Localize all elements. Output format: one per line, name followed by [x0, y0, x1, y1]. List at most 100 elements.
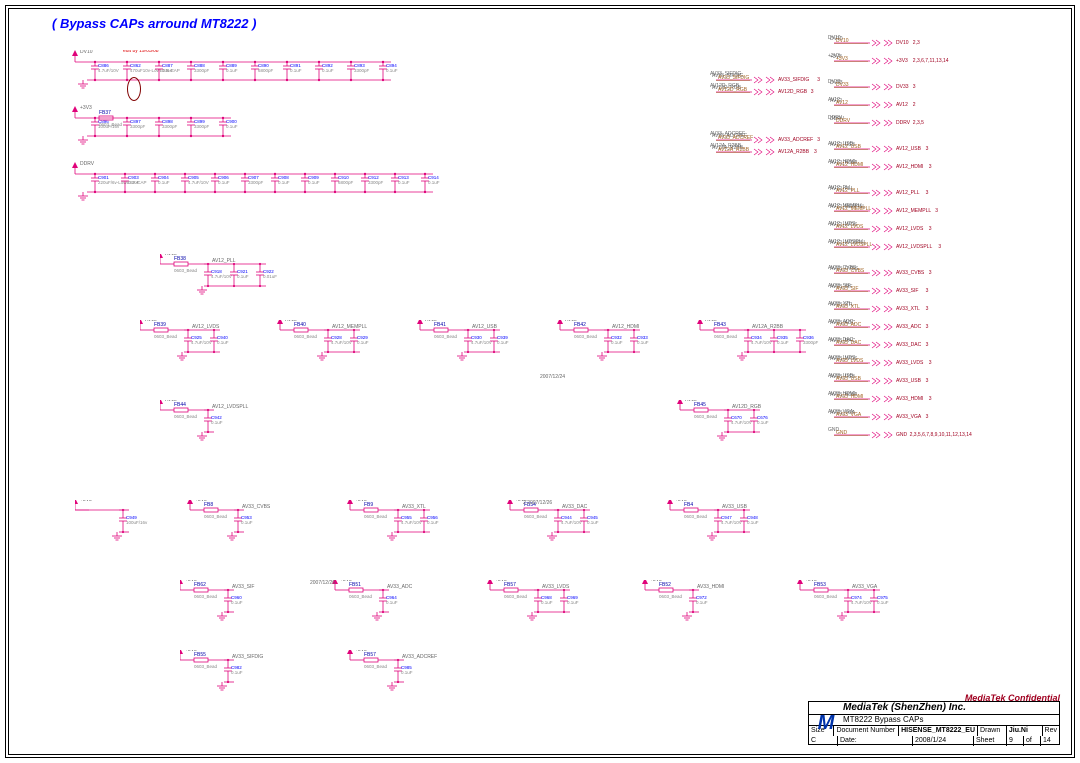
svg-text:4.7uF/10V: 4.7uF/10V	[731, 420, 752, 425]
svg-text:AV33_VGA: AV33_VGA	[836, 412, 862, 418]
svg-text:AV33_SIFDIG: AV33_SIFDIG	[232, 654, 263, 660]
revision-circle	[127, 77, 141, 101]
svg-text:AV12_LVDS: AV12_LVDS	[836, 224, 864, 230]
svg-text:0.1uF: 0.1uF	[241, 520, 253, 525]
svg-text:4.7uF/10V: 4.7uF/10V	[471, 340, 492, 345]
svg-text:2,3,5: 2,3,5	[913, 120, 924, 126]
svg-text:0.1uF: 0.1uF	[211, 420, 223, 425]
svg-text:4.7uF/10V: 4.7uF/10V	[188, 180, 209, 185]
svg-text:4.7uF/10V: 4.7uF/10V	[721, 520, 742, 525]
svg-text:FB45: FB45	[694, 402, 706, 408]
svg-text:0.1uF: 0.1uF	[637, 340, 649, 345]
svg-text:FB55: FB55	[194, 652, 206, 658]
svg-text:edit by 19/05/08: edit by 19/05/08	[123, 50, 159, 54]
svg-text:DDRV: DDRV	[80, 161, 95, 167]
svg-text:AV33_USB: AV33_USB	[896, 378, 922, 384]
svg-text:0.1uF: 0.1uF	[877, 600, 889, 605]
svg-text:3: 3	[926, 288, 929, 294]
svg-text:0.1uF: 0.1uF	[427, 520, 439, 525]
svg-text:AV12_USB: AV12_USB	[896, 146, 922, 152]
svg-text:0.1uF: 0.1uF	[587, 520, 599, 525]
svg-text:FB37: FB37	[99, 110, 111, 116]
svg-text:AV33_XTL: AV33_XTL	[836, 304, 860, 310]
svg-text:0.01uF: 0.01uF	[263, 274, 277, 279]
svg-text:0.1uF: 0.1uF	[567, 600, 579, 605]
svg-text:FB4: FB4	[684, 502, 693, 508]
schematic-page: ( Bypass CAPs arround MT8222 ) edit by 1…	[10, 10, 1070, 753]
svg-text:DV10: DV10	[80, 50, 93, 55]
svg-text:AV33_DAC: AV33_DAC	[896, 342, 922, 348]
svg-text:GND: GND	[836, 430, 848, 436]
svg-text:3: 3	[929, 396, 932, 402]
project-name: MT8222 Bypass CAPs	[809, 715, 1059, 726]
svg-text:AV33_SIF: AV33_SIF	[836, 286, 858, 292]
svg-text:AV33_HDMI: AV33_HDMI	[896, 396, 923, 402]
svg-text:AV33_ADCREF: AV33_ADCREF	[402, 654, 437, 660]
svg-text:0.1uF: 0.1uF	[757, 420, 769, 425]
svg-text:FB39: FB39	[154, 322, 166, 328]
svg-text:AV12_LVDS: AV12_LVDS	[192, 324, 220, 330]
svg-text:AV33_ADC: AV33_ADC	[896, 324, 922, 330]
svg-text:0.1uF: 0.1uF	[747, 520, 759, 525]
svg-text:0.1uF: 0.1uF	[278, 180, 290, 185]
svg-text:0603_Bead: 0603_Bead	[434, 334, 458, 339]
drawn-value: Jiu.Ni	[1007, 726, 1043, 736]
svg-text:AV12: AV12	[896, 102, 908, 108]
svg-text:0.1uF: 0.1uF	[226, 68, 238, 73]
svg-text:2 2007/12/26: 2 2007/12/26	[523, 500, 552, 506]
svg-text:AV12_LVDS: AV12_LVDS	[896, 226, 924, 232]
svg-text:FB43: FB43	[714, 322, 726, 328]
svg-text:AV12_LVDSPLL: AV12_LVDSPLL	[896, 244, 932, 250]
svg-text:0603_Bead: 0603_Bead	[684, 514, 708, 519]
svg-text:0603_Bead: 0603_Bead	[814, 594, 838, 599]
svg-text:AV12A_R2BB: AV12A_R2BB	[778, 149, 810, 155]
svg-text:3: 3	[929, 360, 932, 366]
svg-text:0.1uF: 0.1uF	[386, 600, 398, 605]
svg-text:4.7uF/10V: 4.7uF/10V	[561, 520, 582, 525]
svg-text:3300pF: 3300pF	[162, 124, 178, 129]
svg-text:0603_Bead: 0603_Bead	[659, 594, 683, 599]
svg-text:AV33_ADCREF: AV33_ADCREF	[718, 135, 753, 141]
svg-text:AV12_MEMPLL: AV12_MEMPLL	[896, 208, 931, 214]
svg-text:FB51: FB51	[349, 582, 361, 588]
svg-text:2007/12/24: 2007/12/24	[540, 374, 565, 380]
svg-text:4.7uF/10V: 4.7uF/10V	[401, 520, 422, 525]
svg-text:3300pF: 3300pF	[248, 180, 264, 185]
svg-text:0.1uF: 0.1uF	[611, 340, 623, 345]
svg-text:3: 3	[935, 208, 938, 214]
svg-text:AV12_LVDSPLL: AV12_LVDSPLL	[836, 242, 872, 248]
svg-text:4.7uF/10V: 4.7uF/10V	[851, 600, 872, 605]
svg-text:AV12_MEMPLL: AV12_MEMPLL	[332, 324, 367, 330]
company-name: MediaTek (ShenZhen) Inc.	[809, 702, 1059, 715]
svg-text:3: 3	[926, 414, 929, 420]
svg-text:AV33_SIF: AV33_SIF	[896, 288, 918, 294]
svg-text:0.1uF: 0.1uF	[386, 68, 398, 73]
svg-text:3300pF: 3300pF	[194, 68, 210, 73]
svg-text:AV12A_R2BB: AV12A_R2BB	[752, 324, 784, 330]
svg-text:0603_Bead: 0603_Bead	[349, 594, 373, 599]
svg-text:3: 3	[811, 89, 814, 95]
svg-text:AV33_HDMI: AV33_HDMI	[697, 584, 724, 590]
svg-text:AV12_MEMPLL: AV12_MEMPLL	[836, 206, 871, 212]
block-b: +3V3C949100uF/16v+3V3FB80603_BeadAV33_CV…	[75, 500, 865, 565]
svg-text:0603_Bead: 0603_Bead	[574, 334, 598, 339]
svg-text:3: 3	[926, 342, 929, 348]
svg-text:DV10: DV10	[896, 40, 909, 46]
svg-text:FB62: FB62	[194, 582, 206, 588]
right-offpage: DV10DV10DV10DV102,3+3V3+3V3+3V3+3V32,3,6…	[828, 35, 1063, 495]
svg-text:3: 3	[926, 378, 929, 384]
svg-text:DV10: DV10	[836, 38, 849, 44]
svg-text:0.1uF: 0.1uF	[398, 180, 410, 185]
svg-text:AV12D_RGB: AV12D_RGB	[732, 404, 762, 410]
svg-text:AV12D_RGB: AV12D_RGB	[778, 89, 808, 95]
svg-text:0.1uF: 0.1uF	[357, 340, 369, 345]
docnum-label: Document Number	[834, 726, 899, 736]
svg-text:FB57: FB57	[364, 652, 376, 658]
svg-text:FB41: FB41	[434, 322, 446, 328]
svg-text:6800pF: 6800pF	[258, 68, 274, 73]
date-label: Date:	[838, 736, 913, 746]
svg-text:0.1uF: 0.1uF	[231, 600, 243, 605]
svg-text:3300pF: 3300pF	[130, 124, 146, 129]
sheet-value: 9	[1007, 736, 1024, 746]
svg-text:3: 3	[926, 146, 929, 152]
